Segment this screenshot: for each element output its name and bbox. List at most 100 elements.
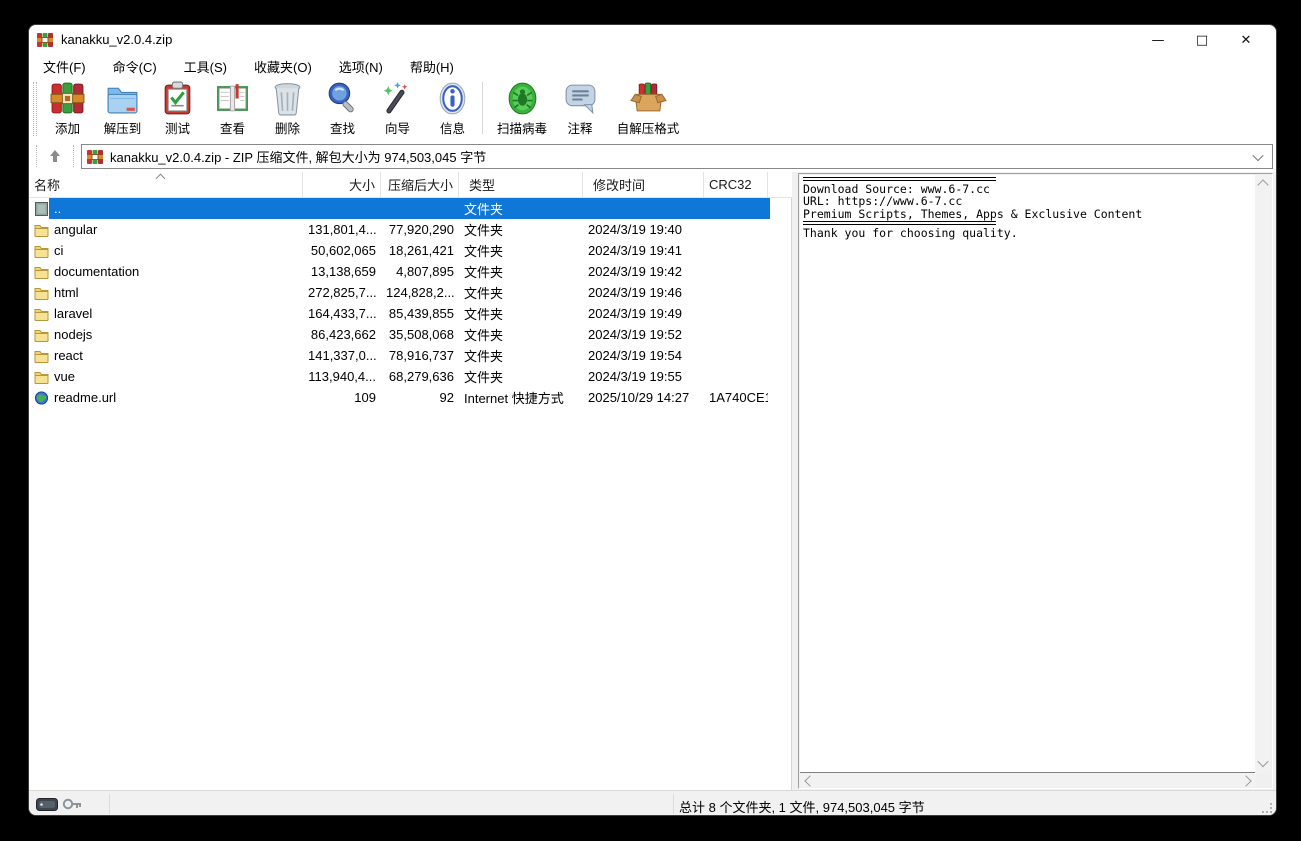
info-button[interactable]: 信息: [425, 78, 480, 138]
scroll-right-icon[interactable]: [1240, 775, 1251, 786]
add-button[interactable]: 添加: [40, 78, 95, 138]
file-name: documentation: [54, 264, 139, 279]
file-name-cell: documentation: [29, 264, 303, 279]
delete-button[interactable]: 删除: [260, 78, 315, 138]
comment-rule: [803, 177, 996, 181]
combobox-dropdown-icon[interactable]: [1252, 150, 1263, 161]
file-row[interactable]: laravel164,433,7...85,439,855文件夹2024/3/1…: [29, 303, 792, 324]
scan-virus-icon: [504, 80, 541, 117]
file-row[interactable]: documentation13,138,6594,807,895文件夹2024/…: [29, 261, 792, 282]
menu-commands[interactable]: 命令(C): [103, 54, 167, 79]
folder-icon: [34, 349, 49, 363]
file-row[interactable]: ci50,602,06518,261,421文件夹2024/3/19 19:41: [29, 240, 792, 261]
address-grip[interactable]: [36, 145, 39, 167]
column-header-modified[interactable]: 修改时间: [583, 172, 704, 197]
file-name: nodejs: [54, 327, 92, 342]
toolbar-grip[interactable]: [33, 82, 37, 136]
file-packed-cell: 35,508,068: [381, 327, 459, 342]
menu-options[interactable]: 选项(N): [329, 54, 393, 79]
drive-icon[interactable]: [36, 798, 58, 811]
file-list-header: 名称 大小 压缩后大小 类型 修改时间 CRC32: [29, 172, 792, 198]
comment-rule: [803, 221, 996, 225]
address-bar: kanakku_v2.0.4.zip - ZIP 压缩文件, 解包大小为 974…: [29, 141, 1276, 172]
extract-to-button[interactable]: 解压到: [95, 78, 150, 138]
file-modified-cell: 2024/3/19 19:41: [583, 243, 704, 258]
file-row[interactable]: angular131,801,4...77,920,290文件夹2024/3/1…: [29, 219, 792, 240]
file-name-cell: ci: [29, 243, 303, 258]
window-title: kanakku_v2.0.4.zip: [61, 32, 172, 47]
sfx-button[interactable]: 自解压格式: [605, 78, 691, 138]
comment-panel[interactable]: Download Source: www.6-7.ccURL: https://…: [798, 173, 1273, 789]
info-icon: [434, 80, 471, 117]
sfx-button-label: 自解压格式: [617, 118, 680, 137]
address-grip-2[interactable]: [73, 145, 76, 167]
file-packed-cell: 18,261,421: [381, 243, 459, 258]
maximize-button[interactable]: □: [1180, 25, 1224, 55]
url-file-icon: [34, 391, 49, 405]
add-button-label: 添加: [55, 118, 80, 137]
file-type-cell: 文件夹: [459, 262, 583, 281]
archive-path-combobox[interactable]: kanakku_v2.0.4.zip - ZIP 压缩文件, 解包大小为 974…: [81, 144, 1273, 169]
menu-file[interactable]: 文件(F): [33, 54, 96, 79]
up-level-button[interactable]: [43, 145, 67, 167]
scan-virus-button[interactable]: 扫描病毒: [489, 78, 555, 138]
file-name-cell: angular: [29, 222, 303, 237]
file-row[interactable]: vue113,940,4...68,279,636文件夹2024/3/19 19…: [29, 366, 792, 387]
test-archive-icon: [159, 80, 196, 117]
file-name: ci: [54, 243, 63, 258]
file-modified-cell: 2024/3/19 19:49: [583, 306, 704, 321]
file-packed-cell: 4,807,895: [381, 264, 459, 279]
file-name: vue: [54, 369, 75, 384]
file-size-cell: 131,801,4...: [303, 222, 381, 237]
column-header-packed[interactable]: 压缩后大小: [381, 172, 459, 197]
column-header-type[interactable]: 类型: [459, 172, 583, 197]
menu-tools[interactable]: 工具(S): [174, 54, 237, 79]
comment-icon: [562, 80, 599, 117]
view-button-label: 查看: [220, 118, 245, 137]
file-modified-cell: 2024/3/19 19:40: [583, 222, 704, 237]
key-icon[interactable]: [62, 797, 82, 811]
file-row[interactable]: react141,337,0...78,916,737文件夹2024/3/19 …: [29, 345, 792, 366]
scroll-down-icon[interactable]: [1257, 756, 1268, 767]
minimize-button[interactable]: —: [1136, 25, 1180, 55]
column-header-size[interactable]: 大小: [303, 172, 381, 197]
extract-to-icon: [104, 80, 141, 117]
scroll-left-icon[interactable]: [804, 775, 815, 786]
minimize-icon: —: [1152, 33, 1165, 48]
archive-path-text: kanakku_v2.0.4.zip - ZIP 压缩文件, 解包大小为 974…: [110, 147, 486, 166]
file-packed-cell: 85,439,855: [381, 306, 459, 321]
wizard-button[interactable]: 向导: [370, 78, 425, 138]
close-button[interactable]: ✕: [1224, 25, 1268, 55]
winrar-mini-icon: [87, 149, 103, 165]
scroll-up-icon[interactable]: [1257, 179, 1268, 190]
comment-line: URL: https://www.6-7.cc: [803, 195, 1252, 207]
file-row[interactable]: nodejs86,423,66235,508,068文件夹2024/3/19 1…: [29, 324, 792, 345]
file-modified-cell: 2024/3/19 19:54: [583, 348, 704, 363]
comment-button[interactable]: 注释: [555, 78, 605, 138]
file-modified-cell: 2024/3/19 19:42: [583, 264, 704, 279]
status-totals: 总计 8 个文件夹, 1 文件, 974,503,045 字节: [679, 797, 925, 816]
winrar-window: kanakku_v2.0.4.zip — □ ✕ 文件(F) 命令(C) 工具(…: [28, 24, 1277, 816]
file-row[interactable]: ..文件夹: [29, 198, 792, 219]
file-row[interactable]: html272,825,7...124,828,2...文件夹2024/3/19…: [29, 282, 792, 303]
folder-icon: [34, 286, 49, 300]
column-header-crc32[interactable]: CRC32: [704, 172, 768, 197]
file-packed-cell: 68,279,636: [381, 369, 459, 384]
winrar-app-icon: [37, 32, 53, 48]
file-type-cell: Internet 快捷方式: [459, 388, 583, 407]
file-row[interactable]: readme.url10992Internet 快捷方式2025/10/29 1…: [29, 387, 792, 408]
column-header-name[interactable]: 名称: [29, 172, 303, 197]
file-type-cell: 文件夹: [459, 304, 583, 323]
find-button[interactable]: 查找: [315, 78, 370, 138]
menu-bar: 文件(F) 命令(C) 工具(S) 收藏夹(O) 选项(N) 帮助(H): [33, 55, 1277, 78]
view-button[interactable]: 查看: [205, 78, 260, 138]
test-button[interactable]: 测试: [150, 78, 205, 138]
comment-vertical-scrollbar[interactable]: [1255, 175, 1271, 773]
comment-horizontal-scrollbar[interactable]: [800, 773, 1256, 787]
file-size-cell: 86,423,662: [303, 327, 381, 342]
menu-favorites[interactable]: 收藏夹(O): [244, 54, 322, 79]
resize-grip[interactable]: [1262, 803, 1272, 813]
up-arrow-icon: [48, 149, 62, 163]
title-bar[interactable]: kanakku_v2.0.4.zip — □ ✕: [29, 25, 1276, 55]
menu-help[interactable]: 帮助(H): [400, 54, 464, 79]
